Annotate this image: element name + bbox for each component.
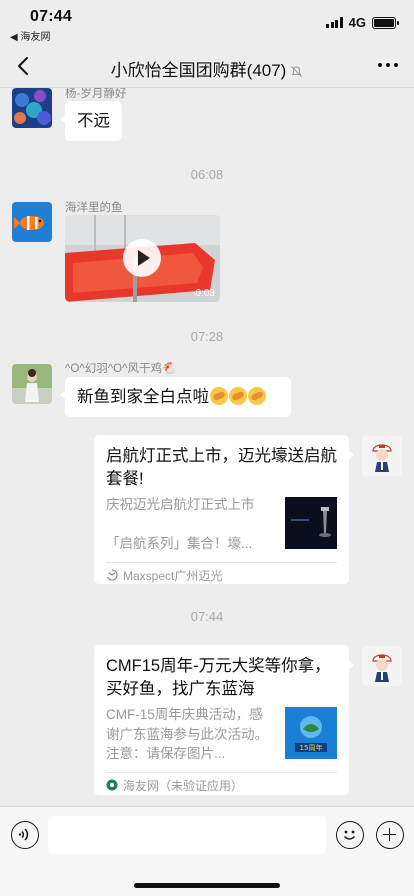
chat-area[interactable]: 杨-岁月静好 不远 06:08 海洋里的鱼 0:03 07:28 ^O^幻羽^O… [0,88,414,806]
sender-name: ^O^幻羽^O^风干鸡🐔 [65,363,177,375]
video-duration: 0:03 [195,288,215,299]
message-bubble[interactable]: 不远 [60,101,122,141]
card-source: 海友网（未验证应用） [106,771,337,798]
status-time: 07:44 [30,8,72,25]
card-description: CMF-15周年庆典活动，感谢广东蓝海参与此次活动。注意：请保存图片... [106,707,268,761]
chat-title-text: 小欣怡全国团购群(407) [110,61,287,80]
home-indicator[interactable] [134,883,280,888]
add-more-icon[interactable] [376,821,404,849]
card-source-name: 海友网（未验证应用） [123,778,244,793]
emoji-icon [248,387,266,405]
timestamp: 07:44 [190,609,224,624]
message-text: 新鱼到家全白点啦 [77,388,209,406]
avatar[interactable] [12,364,52,404]
signal-icon [326,17,343,28]
more-options-icon[interactable] [378,63,398,67]
back-to-app-link[interactable]: ◀ 海友网 [10,28,50,43]
play-icon[interactable] [123,239,161,277]
my-avatar[interactable] [362,436,402,476]
card-title: CMF15周年-万元大奖等你拿，买好鱼，找广东蓝海 [106,657,331,698]
status-bar: 07:44 ◀ 海友网 4G [0,0,414,44]
video-message[interactable]: 0:03 [65,215,220,302]
avatar[interactable] [12,88,52,128]
card-thumbnail [285,497,337,549]
card-thumbnail: 15周年 [285,707,337,759]
app-source-icon [106,779,118,791]
my-avatar[interactable] [362,646,402,686]
input-bar [0,806,414,896]
emoji-icon [210,387,228,405]
app-source-icon [106,569,118,581]
link-card[interactable]: CMF15周年-万元大奖等你拿，买好鱼，找广东蓝海 CMF-15周年庆典活动，感… [94,645,354,798]
link-card[interactable]: 启航灯正式上市，迈光壕送启航套餐! 庆祝迈光启航灯正式上市 「启航系列」集合！壕… [94,435,354,584]
svg-text:15周年: 15周年 [300,743,323,752]
sender-name: 杨-岁月静好 [65,88,127,100]
mute-icon [291,66,303,77]
avatar[interactable] [12,202,52,242]
sender-name: 海洋里的鱼 [65,202,123,214]
battery-icon [372,16,399,29]
card-description: 庆祝迈光启航灯正式上市 「启航系列」集合！壕... [106,497,255,551]
nav-bar: 小欣怡全国团购群(407) [0,44,414,88]
card-source-name: Maxspect广州迈光 [123,568,223,583]
timestamp: 07:28 [190,329,224,344]
emoji-button-icon[interactable] [336,821,364,849]
emoji-icon [229,387,247,405]
card-source: Maxspect广州迈光 [106,561,337,588]
timestamp: 06:08 [190,167,224,182]
chat-title: 小欣怡全国团购群(407) [0,56,414,81]
voice-icon[interactable] [11,821,39,849]
network-type: 4G [348,15,366,30]
card-title: 启航灯正式上市，迈光壕送启航套餐! [106,447,337,488]
status-indicators: 4G [326,15,399,30]
message-input[interactable] [48,816,326,854]
message-bubble[interactable]: 新鱼到家全白点啦 [60,377,291,417]
